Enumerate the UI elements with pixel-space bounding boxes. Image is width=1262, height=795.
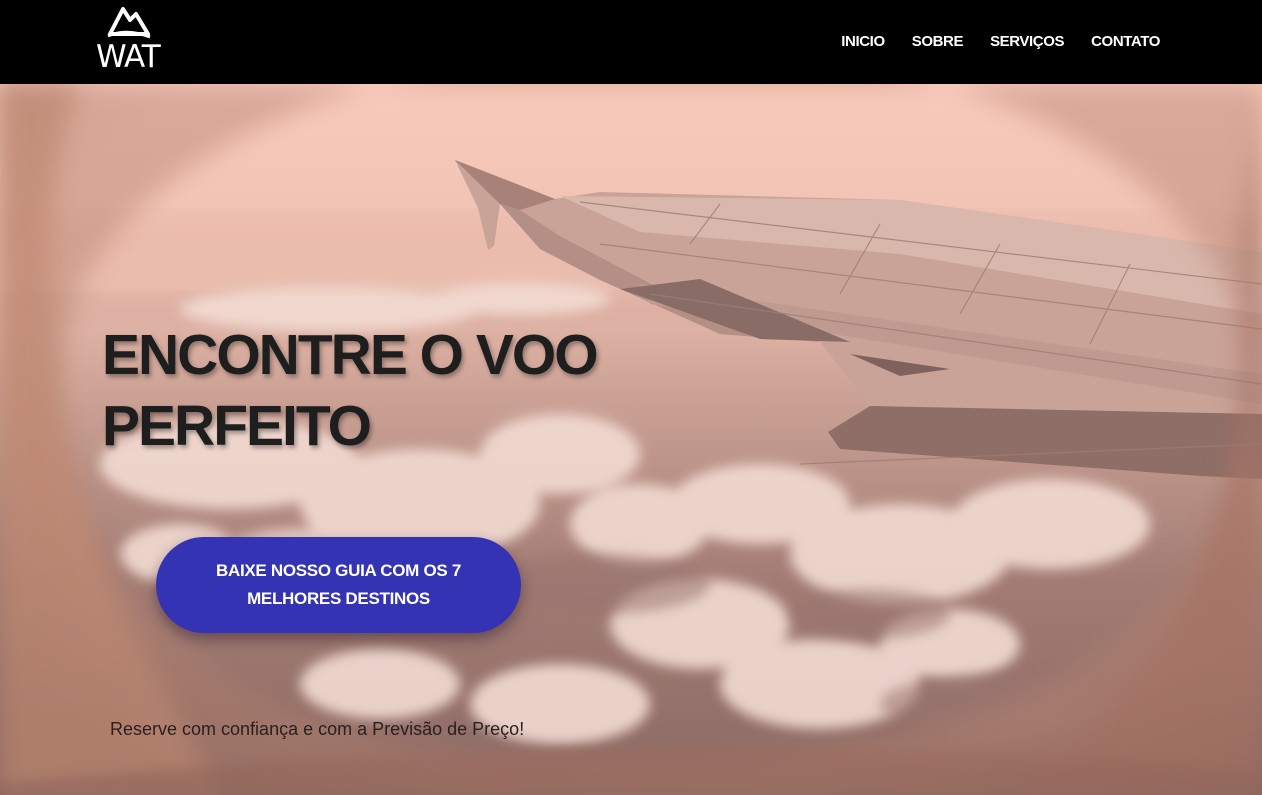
- nav-servicos[interactable]: SERVIÇOS: [990, 32, 1064, 52]
- main-nav: INICIO SOBRE SERVIÇOS CONTATO: [841, 32, 1160, 52]
- hero-section: ENCONTRE O VOO PERFEITO BAIXE NOSSO GUIA…: [0, 84, 1262, 795]
- landing-page: WAT INICIO SOBRE SERVIÇOS CONTATO ENCONT…: [0, 0, 1262, 795]
- nav-contato[interactable]: CONTATO: [1091, 32, 1160, 52]
- nav-sobre[interactable]: SOBRE: [912, 32, 964, 52]
- hero-tagline: Reserve com confiança e com a Previsão d…: [110, 719, 525, 739]
- download-guide-button[interactable]: BAIXE NOSSO GUIA COM OS 7 MELHORES DESTI…: [156, 537, 521, 633]
- site-header: WAT INICIO SOBRE SERVIÇOS CONTATO: [0, 0, 1262, 84]
- headline-line-1: ENCONTRE O VOO: [102, 323, 599, 387]
- site-logo[interactable]: WAT: [96, 6, 176, 76]
- hero-headline: ENCONTRE O VOO PERFEITO: [102, 320, 742, 462]
- headline-line-2: PERFEITO: [102, 394, 372, 458]
- logo-text: WAT: [96, 39, 161, 75]
- nav-inicio[interactable]: INICIO: [841, 32, 885, 52]
